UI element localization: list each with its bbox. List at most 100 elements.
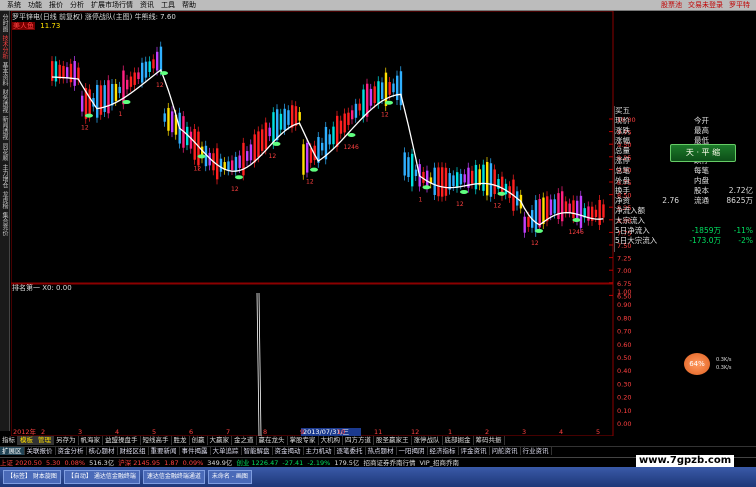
tab-item[interactable]: 行业资讯 xyxy=(521,447,552,455)
tab-item[interactable]: 智能解盘 xyxy=(242,447,273,455)
menu-item-tools[interactable]: 工具 xyxy=(161,0,175,10)
candle xyxy=(377,81,380,104)
sidebar-item-finance[interactable]: 财务透视 xyxy=(1,89,8,113)
tab-item[interactable]: 重要新闻 xyxy=(149,447,180,455)
candle xyxy=(392,83,395,93)
menu-item-news[interactable]: 资讯 xyxy=(140,0,154,10)
taskbar-item-tag[interactable]: 【标签】 财本旋图 xyxy=(3,470,61,484)
sub-tick: 1.00 xyxy=(617,288,631,296)
indicator-tabs: 指标 模板 管理 另存为 帆海家 益盟操盘手 短线高手 胜龙 创赢 大赢家 金之道 赢在龙头 掌股专家大… xyxy=(0,436,756,445)
tab-item[interactable]: 掌股专家 xyxy=(288,436,319,445)
tab-item[interactable]: 财经区组 xyxy=(118,447,149,455)
indicator-tag[interactable]: 美人鱼 xyxy=(12,22,35,30)
quote-k: 总笔 xyxy=(615,166,630,175)
candle xyxy=(159,46,163,71)
tab-item[interactable]: 金之道 xyxy=(232,436,257,445)
download-speed: 0.3K/s xyxy=(716,365,732,371)
candle xyxy=(99,85,103,115)
flow-row: 净流入额 xyxy=(615,206,756,216)
menu-item-system[interactable]: 系统 xyxy=(7,0,21,10)
candle xyxy=(114,83,118,101)
candle xyxy=(88,89,91,117)
sidebar-item-technical[interactable]: 技术分析 xyxy=(1,35,8,59)
tab-item[interactable]: 模板 xyxy=(18,436,36,445)
time-tick: 8 xyxy=(263,428,267,436)
sidebar-item-dragon-tiger[interactable]: 龙虎榜 xyxy=(1,191,8,209)
tab-item[interactable]: 核心题材 xyxy=(87,447,118,455)
sidebar-item-main-add[interactable]: 主力增仓 xyxy=(1,164,8,188)
tab-item[interactable]: 资金揭动 xyxy=(273,447,304,455)
candle xyxy=(287,110,290,125)
tab-item[interactable]: 关联报价 xyxy=(25,447,56,455)
sidebar-item-fundamentals[interactable]: 基本资料 xyxy=(1,62,8,86)
sidebar-item-timeline[interactable]: 分时图 xyxy=(1,14,8,32)
tab-item[interactable]: 扩展区 xyxy=(0,447,25,455)
tab-item[interactable]: 筹码共振 xyxy=(474,436,505,445)
price-tick: 7.25 xyxy=(617,255,631,263)
tab-item[interactable]: 指标 xyxy=(0,436,18,445)
menu-item-help[interactable]: 帮助 xyxy=(182,0,196,10)
candle xyxy=(234,156,238,171)
sub-tick: 0.50 xyxy=(617,354,631,362)
tab-item[interactable]: 帆海家 xyxy=(79,436,103,445)
tab-item[interactable]: 底部掘金 xyxy=(443,436,474,445)
signal-marker: 1246 xyxy=(569,229,584,236)
tab-item[interactable]: 大赢家 xyxy=(208,436,232,445)
buy-signal-dot xyxy=(422,185,431,190)
quote-row: 外盘 内盘 xyxy=(615,176,756,186)
status-item: VIP_招商乔南 xyxy=(419,459,459,467)
status-item: 349.9亿 xyxy=(207,459,233,467)
tab-item[interactable]: 热点题材 xyxy=(366,447,397,455)
tab-item[interactable]: 大单追踪 xyxy=(211,447,242,455)
tab-item[interactable]: 管理 xyxy=(36,436,54,445)
time-axis-start: 2012年 xyxy=(13,427,37,436)
flow-row: 5日大宗流入 -173.0万 -2% xyxy=(615,236,756,246)
taskbar-item-channel[interactable]: 速达信金融终端通道 xyxy=(142,470,205,484)
price-tick: 7.00 xyxy=(617,267,631,275)
time-tick: 5 xyxy=(152,428,156,436)
tab-item[interactable]: 资金分析 xyxy=(56,447,87,455)
tab-item[interactable]: 短线高手 xyxy=(141,436,172,445)
tab-item[interactable]: 胜龙 xyxy=(172,436,190,445)
tab-item[interactable]: 赢在龙头 xyxy=(257,436,288,445)
menu-item-function[interactable]: 功能 xyxy=(28,0,42,10)
menu-item-ext-market[interactable]: 扩展市场行情 xyxy=(91,0,133,10)
candle xyxy=(407,157,410,178)
quote-k2: 今开 xyxy=(694,116,709,125)
candle xyxy=(594,209,598,218)
menu-item-quote[interactable]: 报价 xyxy=(49,0,63,10)
network-percent-badge[interactable]: 64% xyxy=(684,353,710,375)
candle xyxy=(456,172,459,188)
tab-item[interactable]: 大机构 xyxy=(319,436,343,445)
tab-item[interactable]: 逐笔委托 xyxy=(335,447,366,455)
status-item: 招商证券乔南行情 xyxy=(363,459,416,467)
tab-item[interactable]: 股圣赢家王 xyxy=(374,436,412,445)
tab-item[interactable]: 益盟操盘手 xyxy=(103,436,141,445)
sidebar-item-ths[interactable]: 同花顺 xyxy=(1,143,8,161)
tab-item[interactable]: 一阳揭阴 xyxy=(397,447,428,455)
signal-marker: 12 xyxy=(381,112,389,119)
trade-login-link[interactable]: 交易未登录 xyxy=(688,0,723,10)
taskbar-item-tdx[interactable]: 【自动】 通达信金融终端 xyxy=(63,470,140,484)
sidebar-item-news[interactable]: 新闻透视 xyxy=(1,116,8,140)
menu-item-analysis[interactable]: 分析 xyxy=(70,0,84,10)
sub-tick: 0.90 xyxy=(617,301,631,309)
tab-item[interactable]: 问舵资讯 xyxy=(490,447,521,455)
tab-item[interactable]: 经济指标 xyxy=(428,447,459,455)
tab-item[interactable]: 四方方道 xyxy=(343,436,374,445)
tab-item[interactable]: 涨停战队 xyxy=(412,436,443,445)
tab-item[interactable]: 另存为 xyxy=(54,436,79,445)
stock-pool-link[interactable]: 股票池 xyxy=(661,0,682,10)
quote-v2 xyxy=(709,176,756,186)
menu-bar: 系统 功能 报价 分析 扩展市场行情 资讯 工具 帮助 股票池 交易未登录 罗平… xyxy=(0,0,756,11)
tab-item[interactable]: 主力机动 xyxy=(304,447,335,455)
tab-item[interactable]: 创赢 xyxy=(190,436,208,445)
status-item: 1.87 xyxy=(164,459,179,467)
tab-item[interactable]: 评金资讯 xyxy=(459,447,490,455)
tab-item[interactable]: 事件揭露 xyxy=(180,447,211,455)
candle xyxy=(227,161,230,171)
taskbar-item-paint[interactable]: 未命名 - 画图 xyxy=(207,470,252,484)
sub-indicator-spike xyxy=(256,292,262,436)
buy-signal-dot xyxy=(160,71,168,76)
sidebar-item-auction[interactable]: 集合竞价 xyxy=(1,212,8,236)
